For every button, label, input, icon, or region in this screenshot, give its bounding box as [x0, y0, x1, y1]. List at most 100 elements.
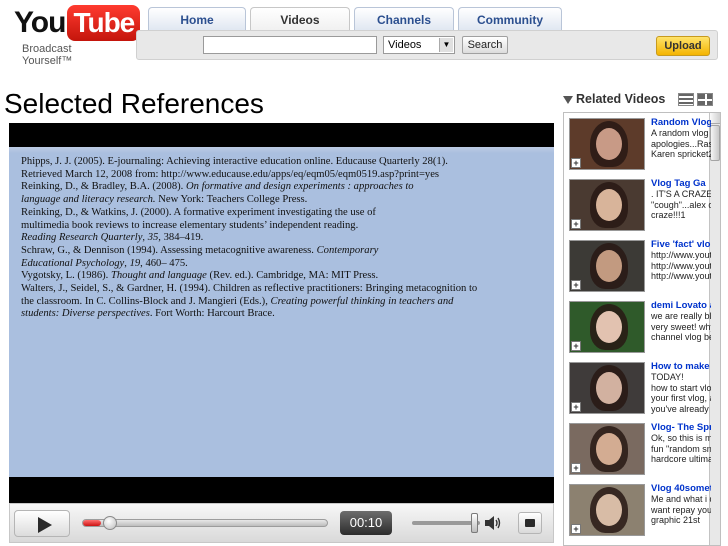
video-thumbnail[interactable]: +: [569, 362, 645, 414]
related-video-item[interactable]: + Vlog- The Spr Ok, so this is my fun "rand…: [567, 423, 711, 479]
related-video-description: http://www.yout: [651, 260, 711, 271]
related-video-item[interactable]: + Vlog Tag Ga. IT'S A CRAZE "cough"...alex…: [567, 179, 711, 235]
reference-italic-text: 35: [147, 232, 159, 244]
reference-list: Phipps, J. J. (2005). E-journaling: Achi…: [21, 156, 541, 321]
related-video-title[interactable]: Vlog 40something: [651, 484, 711, 494]
related-video-item[interactable]: + Vlog 40somethingMe and what i dowant re…: [567, 484, 711, 540]
related-video-title[interactable]: How to make: [651, 362, 711, 372]
related-videos-title: Related Videos: [576, 92, 666, 106]
tab-channels[interactable]: Channels: [354, 7, 454, 31]
related-video-description: http://www.yout: [651, 271, 711, 282]
list-view-icon[interactable]: [678, 93, 694, 106]
reference-text: . Fort Worth: Harcourt Brace.: [149, 308, 275, 320]
play-button[interactable]: [14, 510, 70, 537]
add-to-quicklist-icon[interactable]: +: [571, 158, 581, 168]
time-display: 00:10: [340, 511, 392, 535]
add-to-quicklist-icon[interactable]: +: [571, 524, 581, 534]
tab-videos[interactable]: Videos: [250, 7, 350, 31]
reference-italic-text: language and literacy research.: [21, 194, 156, 206]
video-thumbnail[interactable]: +: [569, 484, 645, 536]
related-video-description: . IT'S A CRAZE: [651, 189, 711, 200]
reference-italic-text: Educational Psychology: [21, 257, 125, 269]
related-video-item[interactable]: + demi Lovato a we are really ble very swee…: [567, 301, 711, 357]
tab-community[interactable]: Community: [458, 7, 562, 31]
reference-text: (Rev. ed.). Cambridge, MA: MIT Press.: [206, 270, 379, 282]
reference-line: Reading Research Quarterly, 35, 384–419.: [21, 232, 541, 245]
reference-line: Schraw, G., & Dennison (1994). Assessing…: [21, 245, 541, 258]
fullscreen-button[interactable]: [518, 512, 542, 534]
video-player: Phipps, J. J. (2005). E-journaling: Achi…: [9, 123, 554, 503]
related-video-info: Random VlogA random vlog ...apologies...…: [651, 118, 711, 160]
related-video-title[interactable]: Five 'fact' vlo: [651, 240, 711, 250]
progress-bar[interactable]: [82, 516, 328, 530]
reference-text: Schraw, G., & Dennison (1994). Assessing…: [21, 244, 317, 256]
related-video-description: Ok, so this is my: [651, 433, 711, 444]
related-video-info: Vlog Tag Ga. IT'S A CRAZE "cough"...alex …: [651, 179, 711, 221]
related-video-title[interactable]: demi Lovato a: [651, 301, 711, 311]
volume-handle[interactable]: [471, 513, 478, 533]
related-video-description: http://www.yout: [651, 250, 711, 261]
related-videos-list: + Random VlogA random vlog ...apologies..…: [563, 112, 721, 546]
reference-text: , 460– 475.: [140, 257, 188, 269]
grid-view-icon[interactable]: [697, 93, 713, 106]
related-video-description: we are really ble: [651, 311, 711, 322]
video-thumbnail[interactable]: +: [569, 179, 645, 231]
scroll-up-icon[interactable]: [710, 113, 720, 124]
reference-italic-text: Contemporary: [316, 244, 379, 256]
reference-italic-text: Creating powerful thinking in teachers a…: [270, 295, 454, 307]
reference-text: Phipps, J. J. (2005). E-journaling: Achi…: [21, 156, 448, 167]
progress-handle[interactable]: [102, 516, 117, 530]
related-video-description: Me and what i do: [651, 494, 711, 505]
upload-button[interactable]: Upload: [656, 36, 710, 56]
reference-line: multimedia book reviews to increase elem…: [21, 220, 541, 233]
thumbnail-face: [596, 433, 622, 465]
add-to-quicklist-icon[interactable]: +: [571, 341, 581, 351]
page-title: Selected References: [4, 88, 264, 119]
search-category-select[interactable]: Videos ▼: [383, 36, 455, 54]
related-video-item[interactable]: + Random VlogA random vlog ...apologies..…: [567, 118, 711, 174]
video-thumbnail[interactable]: +: [569, 301, 645, 353]
related-video-description: "cough"...alex d: [651, 199, 711, 210]
progress-fill: [83, 520, 101, 526]
related-video-description: craze!!!1: [651, 210, 686, 221]
reference-text: , 384–419.: [158, 232, 204, 244]
video-thumbnail[interactable]: +: [569, 240, 645, 292]
related-video-description: TODAY!: [651, 372, 684, 383]
related-video-description: fun "random sna: [651, 443, 711, 454]
related-video-title[interactable]: Vlog- The Spr: [651, 423, 711, 433]
related-video-description: graphic 21st: [651, 515, 701, 526]
tab-home[interactable]: Home: [148, 7, 246, 31]
related-video-description: very sweet! why: [651, 321, 711, 332]
reference-line: Reinking, D., & Watkins, J. (2000). A fo…: [21, 207, 541, 220]
search-input[interactable]: [203, 36, 377, 54]
video-thumbnail[interactable]: +: [569, 118, 645, 170]
video-thumbnail[interactable]: +: [569, 423, 645, 475]
related-video-item[interactable]: + Five 'fact' vlo http://www.yout http://ww…: [567, 240, 711, 296]
reference-line: language and literacy research. New York…: [21, 194, 541, 207]
reference-line: Educational Psychology, 19, 460– 475.: [21, 258, 541, 271]
scroll-thumb[interactable]: [710, 125, 720, 161]
thumbnail-face: [596, 250, 622, 282]
reference-italic-text: 19: [129, 257, 141, 269]
related-video-title[interactable]: Random Vlog: [651, 118, 711, 128]
related-video-description: you've already s: [651, 403, 711, 414]
collapse-triangle-icon[interactable]: [563, 96, 573, 104]
logo-tagline: Broadcast Yourself™: [22, 43, 73, 67]
youtube-logo[interactable]: You Tube Broadcast Yourself™: [14, 5, 141, 67]
related-video-item[interactable]: + How to make TODAY! how to start vlog your …: [567, 362, 711, 418]
add-to-quicklist-icon[interactable]: +: [571, 402, 581, 412]
add-to-quicklist-icon[interactable]: +: [571, 280, 581, 290]
reference-line: students: Diverse perspectives. Fort Wor…: [21, 308, 541, 321]
related-video-description: your first vlog, a: [651, 393, 711, 404]
add-to-quicklist-icon[interactable]: +: [571, 219, 581, 229]
add-to-quicklist-icon[interactable]: +: [571, 463, 581, 473]
related-video-title[interactable]: Vlog Tag Ga: [651, 179, 711, 189]
video-screen[interactable]: Phipps, J. J. (2005). E-journaling: Achi…: [9, 147, 554, 477]
reference-text: Reinking, D., & Bradley, B.A. (2008).: [21, 181, 186, 193]
speaker-icon[interactable]: [484, 515, 502, 531]
reference-text: Walters, J., Seidel, S., & Gardner, H. (…: [21, 283, 478, 295]
volume-slider[interactable]: [412, 521, 480, 525]
reference-line: Reinking, D., & Bradley, B.A. (2008). On…: [21, 181, 541, 194]
search-bar: Videos ▼ Search Upload: [136, 30, 718, 60]
search-button[interactable]: Search: [462, 36, 508, 54]
